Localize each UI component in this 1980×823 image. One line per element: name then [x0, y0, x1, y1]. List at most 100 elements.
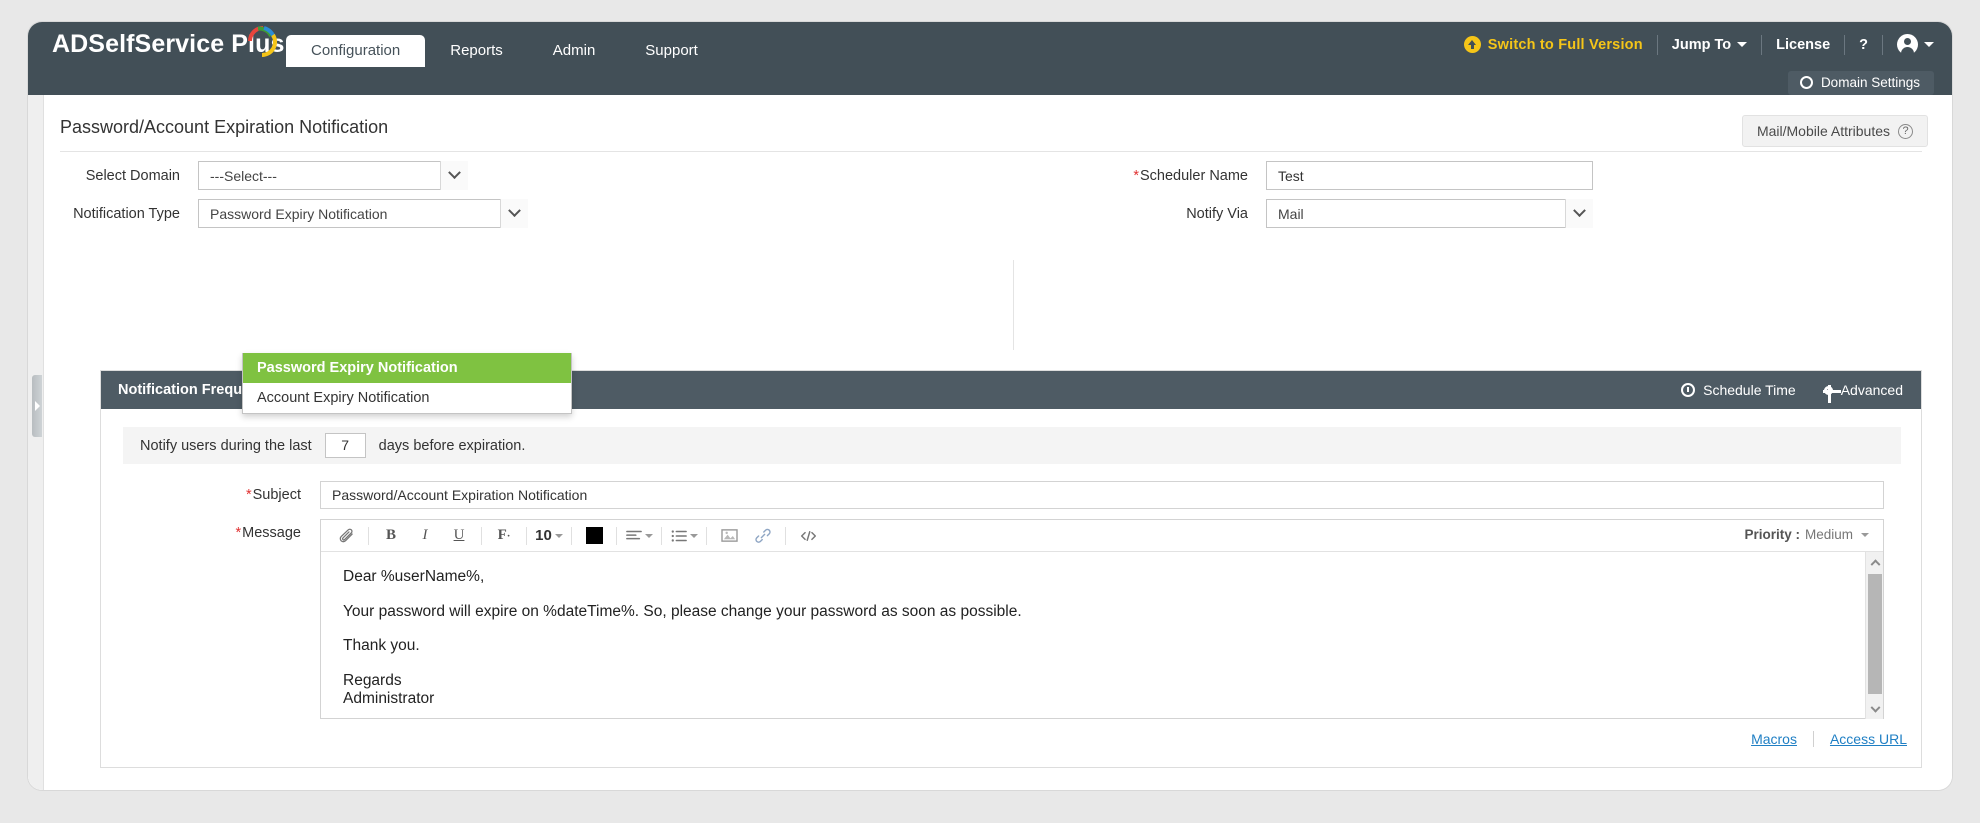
- chevron-down-icon: [1861, 532, 1869, 537]
- message-label: *Message: [235, 525, 302, 541]
- notification-type-dropdown[interactable]: Password Expiry Notification: [198, 199, 528, 228]
- divider: [616, 526, 617, 545]
- divider: [481, 526, 482, 545]
- help-circle-icon[interactable]: ?: [1898, 123, 1913, 139]
- priority-selector[interactable]: Priority : Medium: [1744, 527, 1869, 542]
- editor-toolbar: B I U F · 10 Priority: Medium: [321, 520, 1883, 552]
- jump-to-label: Jump To: [1671, 36, 1732, 53]
- macros-link[interactable]: Macros: [1751, 731, 1797, 747]
- notification-type-options-list[interactable]: Password Expiry Notification Account Exp…: [242, 353, 572, 414]
- message-body[interactable]: Dear %userName%, Your password will expi…: [321, 552, 1865, 719]
- divider: [526, 526, 527, 545]
- gear-icon: [1799, 76, 1813, 89]
- advanced-button[interactable]: Advanced: [1823, 382, 1903, 403]
- scroll-up-icon[interactable]: [1866, 552, 1884, 570]
- font-family-button[interactable]: F ·: [487, 521, 521, 551]
- tab-support[interactable]: Support: [620, 35, 723, 67]
- tab-configuration-label: Configuration: [311, 42, 401, 59]
- insert-link-icon[interactable]: [746, 521, 780, 551]
- attachment-icon[interactable]: [329, 521, 363, 551]
- divider: [368, 526, 369, 545]
- scheduler-name-label: *Scheduler Name: [1133, 167, 1248, 184]
- subject-value: Password/Account Expiration Notification: [332, 487, 588, 503]
- scrollbar-thumb[interactable]: [1868, 574, 1882, 694]
- divider: [571, 526, 572, 545]
- chevron-down-icon[interactable]: [500, 199, 528, 228]
- required-asterisk: *: [235, 525, 242, 541]
- chevron-down-icon[interactable]: [440, 161, 468, 190]
- help-label: ?: [1859, 36, 1868, 53]
- editor-scrollbar[interactable]: [1865, 552, 1883, 719]
- user-account-menu[interactable]: [1897, 34, 1934, 56]
- chevron-down-icon[interactable]: [1565, 199, 1593, 228]
- sub-header-bar: [28, 67, 1952, 95]
- bold-button[interactable]: B: [374, 521, 408, 551]
- option-password-expiry-notification[interactable]: Password Expiry Notification: [243, 353, 571, 383]
- message-line: Thank you.: [343, 637, 420, 655]
- chevron-down-icon: [1737, 42, 1748, 47]
- tab-reports[interactable]: Reports: [425, 35, 528, 67]
- scheduler-name-value: Test: [1278, 167, 1304, 184]
- jump-to-menu[interactable]: Jump To: [1671, 36, 1748, 53]
- source-code-icon[interactable]: [791, 521, 825, 551]
- editor-links: Macros Access URL: [1751, 731, 1907, 747]
- underline-button[interactable]: U: [442, 521, 476, 551]
- scroll-down-icon[interactable]: [1866, 701, 1884, 719]
- access-url-link[interactable]: Access URL: [1830, 731, 1907, 747]
- sidebar-collapse-handle[interactable]: [32, 375, 42, 437]
- panel-actions: Schedule Time Advanced: [1681, 371, 1903, 409]
- select-domain-label: Select Domain: [85, 167, 180, 184]
- schedule-time-button[interactable]: Schedule Time: [1681, 382, 1796, 398]
- italic-button[interactable]: I: [408, 521, 442, 551]
- tab-admin[interactable]: Admin: [528, 35, 621, 67]
- license-link[interactable]: License: [1776, 37, 1830, 53]
- avatar-icon: [1897, 34, 1918, 56]
- utility-bar: Switch to Full Version Jump To License ?: [1463, 22, 1934, 67]
- bullet-list-button[interactable]: [667, 521, 701, 551]
- logo-swoosh-icon: [248, 26, 278, 58]
- notify-via-dropdown[interactable]: Mail: [1266, 199, 1593, 228]
- scheduler-name-row: *Scheduler Name Test: [1068, 161, 1593, 190]
- schedule-time-label: Schedule Time: [1703, 382, 1796, 398]
- insert-image-icon[interactable]: [712, 521, 746, 551]
- domain-settings-label: Domain Settings: [1820, 75, 1920, 90]
- option-account-expiry-notification[interactable]: Account Expiry Notification: [243, 383, 571, 413]
- text-color-button[interactable]: [577, 521, 611, 551]
- message-line: Administrator: [343, 690, 435, 708]
- domain-settings-button[interactable]: Domain Settings: [1787, 71, 1934, 95]
- alarm-clock-icon: [1681, 383, 1696, 397]
- upgrade-arrow-icon: [1463, 36, 1481, 53]
- select-domain-dropdown[interactable]: ---Select---: [198, 161, 468, 190]
- subject-input[interactable]: Password/Account Expiration Notification: [320, 481, 1884, 509]
- message-editor: B I U F · 10 Priority: Medium Dear %use…: [320, 519, 1884, 719]
- priority-label: Priority :: [1744, 527, 1800, 542]
- message-line: Regards: [343, 671, 402, 689]
- divider: [1761, 34, 1763, 55]
- notify-days-input[interactable]: 7: [324, 433, 366, 458]
- help-button[interactable]: ?: [1859, 37, 1868, 53]
- divider: [60, 151, 1922, 152]
- mail-mobile-attributes-button[interactable]: Mail/Mobile Attributes ?: [1741, 115, 1928, 147]
- tab-configuration[interactable]: Configuration: [286, 35, 426, 67]
- divider: [1882, 34, 1883, 55]
- main-navigation-tabs: Configuration Reports Admin Support: [286, 22, 723, 67]
- required-asterisk: *: [1133, 167, 1139, 184]
- notification-type-row: Notification Type Password Expiry Notifi…: [28, 199, 528, 228]
- switch-to-full-version-label: Switch to Full Version: [1487, 36, 1643, 53]
- notify-prefix-label: Notify users during the last: [140, 437, 312, 454]
- advanced-label: Advanced: [1840, 382, 1903, 398]
- scheduler-name-input[interactable]: Test: [1266, 161, 1593, 190]
- license-label: License: [1776, 36, 1831, 53]
- notification-type-label: Notification Type: [73, 205, 180, 222]
- notification-type-value: Password Expiry Notification: [210, 205, 388, 222]
- select-domain-value: ---Select---: [210, 167, 277, 184]
- tab-admin-label: Admin: [552, 42, 596, 59]
- divider: [1013, 260, 1014, 350]
- align-button[interactable]: [622, 521, 656, 551]
- divider: [661, 526, 662, 545]
- switch-to-full-version-link[interactable]: Switch to Full Version: [1463, 36, 1643, 53]
- chevron-down-icon: [1924, 42, 1934, 47]
- tab-reports-label: Reports: [450, 42, 503, 59]
- font-size-button[interactable]: 10: [532, 521, 566, 551]
- priority-value: Medium: [1804, 527, 1853, 542]
